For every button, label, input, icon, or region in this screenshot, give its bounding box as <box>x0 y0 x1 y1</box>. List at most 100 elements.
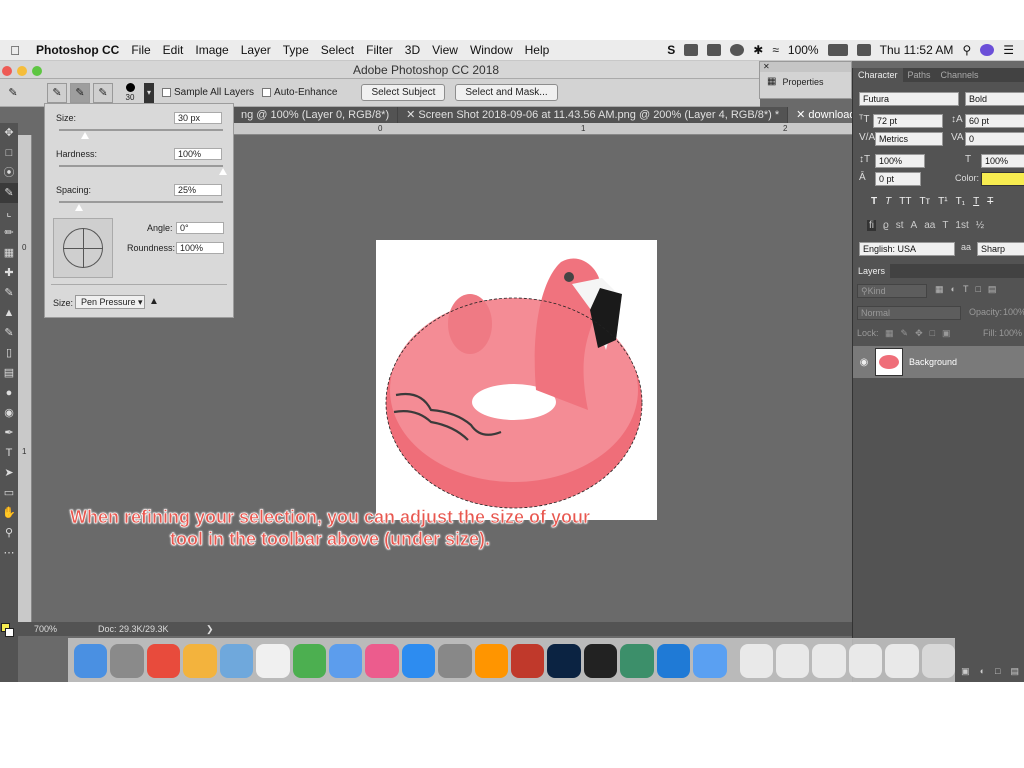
app-icon[interactable] <box>656 643 691 678</box>
blend-mode-select[interactable]: Normal <box>857 306 961 320</box>
underline-button[interactable]: T <box>973 196 979 207</box>
cloud-icon[interactable] <box>684 44 699 56</box>
spacing-input[interactable]: 25% <box>174 184 222 196</box>
hardness-input[interactable]: 100% <box>174 148 222 160</box>
healing-brush-icon[interactable]: ✚ <box>0 263 18 283</box>
tab-character[interactable]: Character <box>853 68 903 82</box>
appstore-icon[interactable] <box>401 643 436 678</box>
layer-kind-filter[interactable]: ⚲Kind <box>857 284 927 298</box>
stylistic-alt-button[interactable]: aa <box>924 220 935 231</box>
crop-tool-icon[interactable]: ⌞ <box>0 203 18 223</box>
fractions-button[interactable]: ½ <box>976 220 984 231</box>
quick-selection-tool-icon[interactable]: ✎ <box>0 183 18 203</box>
menu-filter[interactable]: Filter <box>360 43 399 57</box>
sample-all-layers-checkbox[interactable]: Sample All Layers <box>162 87 254 98</box>
zoom-level[interactable]: 700% <box>18 624 98 634</box>
blur-tool-icon[interactable]: ● <box>0 383 18 403</box>
preview-icon[interactable] <box>219 643 254 678</box>
systemprefs-icon[interactable] <box>438 643 472 678</box>
mask-icon[interactable]: ▣ <box>961 666 970 680</box>
menu-file[interactable]: File <box>125 43 156 57</box>
swash-button[interactable]: A <box>911 220 918 231</box>
spacing-slider-knob[interactable] <box>75 204 83 211</box>
layer-row[interactable]: ◉ Background <box>853 346 1024 378</box>
size-slider-knob[interactable] <box>81 132 89 139</box>
discretionary-ligatures-button[interactable]: st <box>896 220 904 231</box>
close-window-button[interactable] <box>2 66 12 76</box>
ordinals-button[interactable]: 1st <box>955 220 968 231</box>
eyedropper-tool-icon[interactable]: ✏ <box>0 223 18 243</box>
auto-enhance-checkbox[interactable]: Auto-Enhance <box>262 87 337 98</box>
battery-icon[interactable] <box>827 44 848 56</box>
new-layer-icon[interactable]: ▤ <box>1010 666 1019 680</box>
tab-layers[interactable]: Layers <box>853 264 891 278</box>
menu-window[interactable]: Window <box>464 43 519 57</box>
background-color-swatch[interactable] <box>5 628 14 637</box>
pixel-filter-icon[interactable]: ▦ <box>935 284 944 295</box>
wifi-icon[interactable]: ≈ <box>772 43 779 57</box>
subscript-button[interactable]: T₁ <box>956 196 965 207</box>
roundness-input[interactable]: 100% <box>176 242 224 254</box>
shape-filter-icon[interactable]: □ <box>975 284 980 295</box>
tool-preset-picker[interactable]: ✎ <box>3 83 23 103</box>
menubar-clock[interactable]: Thu 11:52 AM <box>880 43 954 57</box>
status-menu-arrow-icon[interactable]: ❯ <box>206 624 214 635</box>
calculator-icon[interactable] <box>474 643 509 678</box>
smart-object-filter-icon[interactable]: ▤ <box>988 284 997 295</box>
minimize-window-button[interactable] <box>17 66 27 76</box>
brush-picker-dropdown[interactable]: ▾ <box>144 82 154 103</box>
textedit-icon[interactable] <box>256 643 290 678</box>
add-to-selection-button[interactable]: ✎ <box>70 82 90 103</box>
gradient-tool-icon[interactable]: ▤ <box>0 363 18 383</box>
horizontal-scale-input[interactable]: 100% <box>981 154 1024 168</box>
adjustment-layer-icon[interactable]: ◐ <box>980 666 985 680</box>
font-style-select[interactable]: Bold <box>965 92 1024 106</box>
menu-view[interactable]: View <box>426 43 464 57</box>
dodge-tool-icon[interactable]: ◉ <box>0 403 18 423</box>
size-input[interactable]: 30 px <box>174 112 222 124</box>
anti-alias-select[interactable]: Sharp <box>977 242 1024 256</box>
time-machine-icon[interactable] <box>730 44 745 56</box>
faux-bold-button[interactable]: T <box>871 196 877 207</box>
ligatures-button[interactable]: fi <box>867 220 876 231</box>
flag-icon[interactable] <box>856 44 871 56</box>
type-tool-icon[interactable]: T <box>0 443 18 463</box>
all-caps-button[interactable]: TT <box>899 196 911 207</box>
faux-italic-button[interactable]: T <box>885 196 891 207</box>
brush-size-picker[interactable]: 30 <box>119 83 141 102</box>
font-family-select[interactable]: Futura <box>859 92 959 106</box>
adjustment-filter-icon[interactable]: ◐ <box>951 284 956 295</box>
notification-center-icon[interactable]: ☰ <box>1003 43 1014 57</box>
doc-tab-2[interactable]: ✕ Screen Shot 2018-09-06 at 11.43.56 AM.… <box>398 107 789 123</box>
old-style-button[interactable]: ϱ <box>883 220 889 231</box>
small-caps-button[interactable]: Tт <box>919 196 930 207</box>
numbers-icon[interactable] <box>292 643 326 678</box>
brush-angle-preview[interactable] <box>53 218 113 278</box>
menu-3d[interactable]: 3D <box>399 43 426 57</box>
visibility-eye-icon[interactable]: ◉ <box>853 357 875 368</box>
zoom-window-button[interactable] <box>32 66 42 76</box>
launchpad-icon[interactable] <box>110 643 144 678</box>
menu-app-name[interactable]: Photoshop CC <box>30 43 125 57</box>
path-selection-icon[interactable]: ➤ <box>0 463 18 483</box>
lock-artboard-icon[interactable]: □ <box>930 328 935 339</box>
chrome-icon[interactable] <box>146 643 181 678</box>
messages-icon[interactable] <box>693 643 727 678</box>
acrobat-icon[interactable] <box>511 643 545 678</box>
document-canvas[interactable] <box>376 240 657 520</box>
baseline-shift-input[interactable]: 0 pt <box>875 172 921 186</box>
atom-icon[interactable] <box>620 643 654 678</box>
tracking-select[interactable]: 0 <box>965 132 1024 146</box>
pen-pressure-select[interactable]: Pen Pressure ▾ <box>75 295 145 309</box>
eraser-tool-icon[interactable]: ▯ <box>0 343 18 363</box>
properties-panel-grip[interactable]: ✕ <box>760 62 851 72</box>
menu-help[interactable]: Help <box>519 43 556 57</box>
trash-icon[interactable] <box>921 643 956 678</box>
photoshop-icon[interactable] <box>547 643 581 678</box>
group-icon[interactable]: □ <box>995 666 1000 680</box>
photos-icon[interactable] <box>183 643 217 678</box>
fill-value[interactable]: 100% <box>999 328 1022 338</box>
vertical-scale-input[interactable]: 100% <box>875 154 925 168</box>
github-icon[interactable] <box>583 643 618 678</box>
leading-input[interactable]: 60 pt <box>965 114 1024 128</box>
